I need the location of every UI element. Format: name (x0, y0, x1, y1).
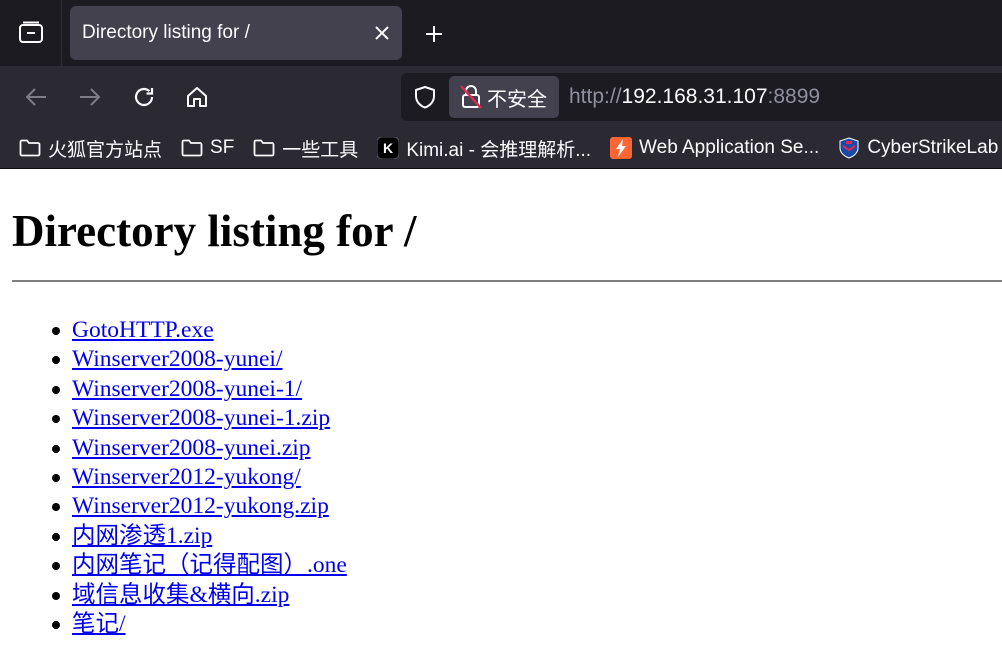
bullet-icon (52, 591, 60, 600)
connection-not-secure-button[interactable]: 不安全 (449, 76, 559, 118)
navigation-toolbar: 不安全 http://192.168.31.107:8899 (0, 66, 1002, 128)
bookmark-cyberstrikelab[interactable]: CyberStrikeLab (837, 136, 998, 160)
shield-icon (415, 86, 435, 109)
bullet-icon (52, 620, 60, 629)
bullet-icon (52, 327, 60, 335)
bullet-icon (52, 562, 60, 571)
bookmark-label: Web Application Se... (639, 137, 820, 158)
list-item: Winserver2012-yukong/ (52, 463, 347, 492)
bullet-icon (52, 356, 60, 365)
bookmark-folder-sf[interactable]: SF (180, 136, 234, 160)
bookmark-folder-firefox[interactable]: 火狐官方站点 (18, 135, 162, 162)
bookmark-label: 火狐官方站点 (48, 139, 163, 161)
arrow-left-icon (25, 88, 46, 106)
reload-icon (134, 87, 154, 107)
bullet-icon (52, 385, 60, 394)
list-item: 笔记/ (52, 610, 347, 639)
plus-icon (426, 26, 442, 42)
file-link[interactable]: 内网渗透1.zip (72, 523, 212, 549)
page-content: Directory listing for / GotoHTTP.exe Win… (0, 169, 1002, 663)
browser-chrome: Directory listing for / 不安全 http://192.1… (0, 0, 1002, 169)
list-item: Winserver2008-yunei-1/ (52, 375, 347, 404)
bookmark-web-application-security[interactable]: Web Application Se... (609, 136, 819, 160)
list-item: GotoHTTP.exe (52, 316, 347, 345)
tracking-protection-button[interactable] (403, 73, 447, 121)
file-link[interactable]: Winserver2012-yukong/ (72, 464, 301, 490)
bookmark-label: CyberStrikeLab (867, 137, 999, 158)
bullet-icon (52, 503, 60, 512)
folder-icon (180, 136, 204, 160)
insecure-lock-icon (460, 85, 482, 109)
tab-title: Directory listing for / (82, 22, 250, 43)
file-list: GotoHTTP.exe Winserver2008-yunei/ Winser… (12, 316, 347, 639)
close-icon (375, 26, 389, 40)
tab-close-button[interactable] (362, 13, 402, 53)
file-link[interactable]: Winserver2008-yunei.zip (72, 435, 311, 461)
file-link[interactable]: 笔记/ (72, 611, 126, 637)
tab-active[interactable]: Directory listing for / (70, 6, 402, 60)
tab-strip: Directory listing for / (0, 0, 1002, 66)
reload-button[interactable] (124, 77, 164, 117)
file-link[interactable]: 域信息收集&横向.zip (72, 582, 289, 608)
list-item: 内网笔记（记得配图）.one (52, 551, 347, 580)
tab-overview-icon (18, 21, 43, 43)
kimi-logo-icon: K (376, 136, 400, 160)
bookmark-kimi[interactable]: K Kimi.ai - 会推理解析... (376, 135, 591, 162)
url-text: http://192.168.31.107:8899 (569, 85, 820, 109)
file-link[interactable]: Winserver2008-yunei/ (72, 346, 283, 372)
forward-button[interactable] (70, 77, 110, 117)
bullet-icon (52, 415, 60, 424)
bookmarks-toolbar: 火狐官方站点 SF 一些工具 K Kimi.ai - 会推理解析... Web … (0, 128, 1002, 169)
divider (12, 280, 1002, 282)
file-link[interactable]: GotoHTTP.exe (72, 317, 214, 343)
bolt-icon (609, 136, 633, 160)
list-item: Winserver2012-yukong.zip (52, 492, 347, 521)
url-host: 192.168.31.107 (621, 85, 768, 108)
bookmark-label: 一些工具 (282, 139, 359, 161)
url-port: :8899 (767, 85, 821, 108)
list-item: 域信息收集&横向.zip (52, 581, 347, 610)
file-link[interactable]: 内网笔记（记得配图）.one (72, 552, 347, 578)
file-link[interactable]: Winserver2012-yukong.zip (72, 493, 329, 519)
new-tab-button[interactable] (414, 14, 454, 54)
badge-icon (837, 136, 861, 160)
url-scheme: http:// (569, 85, 622, 108)
home-icon (187, 87, 207, 107)
tab-overview-button[interactable] (0, 0, 62, 66)
bookmark-label: Kimi.ai - 会推理解析... (406, 139, 592, 161)
file-link[interactable]: Winserver2008-yunei-1/ (72, 376, 302, 402)
folder-icon (18, 136, 42, 160)
svg-text:K: K (383, 140, 393, 156)
security-status-label: 不安全 (487, 88, 547, 111)
list-item: Winserver2008-yunei.zip (52, 434, 347, 463)
bullet-icon (52, 532, 60, 541)
home-button[interactable] (177, 77, 217, 117)
address-bar[interactable]: 不安全 http://192.168.31.107:8899 (401, 73, 1002, 121)
back-button[interactable] (16, 77, 56, 117)
folder-icon (252, 136, 276, 160)
page-title: Directory listing for / (12, 206, 417, 256)
list-item: 内网渗透1.zip (52, 522, 347, 551)
file-link[interactable]: Winserver2008-yunei-1.zip (72, 405, 330, 431)
bullet-icon (52, 444, 60, 453)
list-item: Winserver2008-yunei-1.zip (52, 404, 347, 433)
bullet-icon (52, 473, 60, 482)
list-item: Winserver2008-yunei/ (52, 345, 347, 374)
bookmark-label: SF (210, 137, 235, 158)
arrow-right-icon (80, 88, 101, 106)
bookmark-folder-tools[interactable]: 一些工具 (252, 135, 358, 162)
